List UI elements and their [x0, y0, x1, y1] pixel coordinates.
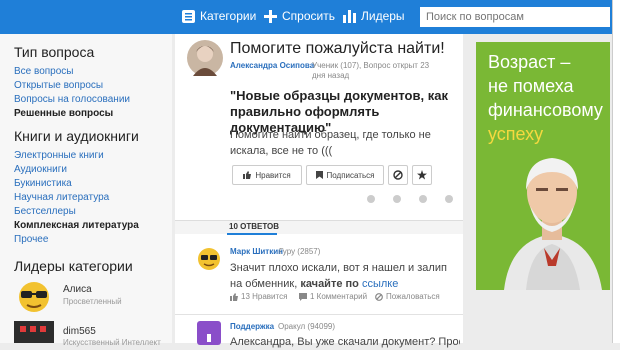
sidebar-item-other[interactable]: Прочее: [14, 234, 48, 245]
answer-complain-button[interactable]: Пожаловаться: [375, 292, 440, 301]
like-button-label: Нравится: [255, 170, 291, 180]
sidebar-item-bestsellers[interactable]: Бестселлеры: [14, 206, 76, 217]
answer-rank: Оракул (94099): [278, 322, 335, 331]
question-card: Помогите пожалуйста найти! Александра Ос…: [175, 34, 463, 348]
list-icon: [182, 9, 195, 23]
answer-text: Александра, Вы уже скачали документ? Про…: [230, 336, 460, 348]
answers-tab-indicator: [227, 233, 277, 235]
subscribe-button[interactable]: Подписаться: [306, 165, 384, 185]
answers-tab-bar: [175, 220, 463, 234]
ad-line: не помеха: [488, 76, 574, 96]
leader-name[interactable]: Алиса: [63, 284, 92, 295]
sidebar-item-science[interactable]: Научная литература: [14, 192, 109, 203]
answer-comments-count: 1 Комментарий: [310, 292, 368, 301]
author-avatar[interactable]: [187, 40, 223, 76]
question-type-heading: Тип вопроса: [14, 44, 95, 60]
answer-link[interactable]: ссылке: [362, 278, 398, 290]
sidebar-item-open-questions[interactable]: Открытые вопросы: [14, 80, 103, 91]
top-bar: Категории Спросить Лидеры: [0, 0, 620, 34]
answer-avatar[interactable]: [197, 247, 221, 271]
sidebar-item-complex-literature[interactable]: Комплексная литература: [14, 220, 139, 231]
thumbs-up-icon: [243, 171, 252, 179]
ad-man-photo: [504, 158, 602, 290]
leaders-heading: Лидеры категории: [14, 258, 133, 274]
answers-count-tab[interactable]: 10 ОТВЕТОВ: [229, 222, 279, 231]
thumbs-up-icon: [230, 292, 238, 301]
answer-author[interactable]: Поддержка: [230, 322, 274, 331]
share-mail-icon[interactable]: [367, 195, 375, 203]
leader-avatar-alisa[interactable]: [14, 278, 54, 314]
search-input[interactable]: [420, 7, 610, 27]
share-ok-icon[interactable]: [393, 195, 401, 203]
answer-like-count: 13 Нравится: [241, 292, 288, 301]
answer-like-button[interactable]: 13 Нравится: [230, 292, 287, 301]
nav-ask-label: Спросить: [282, 9, 335, 23]
sidebar-item-antiquarian[interactable]: Букинистика: [14, 178, 72, 189]
block-button[interactable]: [388, 165, 408, 185]
sidebar-item-ebooks[interactable]: Электронные книги: [14, 150, 104, 161]
share-fb-icon[interactable]: [445, 195, 453, 203]
books-heading: Книги и аудиокниги: [14, 128, 139, 144]
ad-line: Возраст –: [488, 52, 571, 72]
bookmark-icon: [315, 171, 323, 179]
answer-rank: Гуру (2857): [279, 247, 321, 256]
answer-comments-button[interactable]: 1 Комментарий: [299, 292, 367, 301]
nav-categories[interactable]: Категории: [182, 9, 256, 23]
nav-leaders[interactable]: Лидеры: [343, 9, 405, 23]
nav-ask[interactable]: Спросить: [264, 9, 335, 23]
comment-icon: [299, 292, 307, 301]
question-meta: Ученик (107), Вопрос открыт 23 дня назад: [312, 61, 430, 80]
like-button[interactable]: Нравится: [232, 165, 302, 185]
answer-text: Значит плохо искали, вот я нашел и залип…: [230, 260, 450, 292]
answer-text-bold: качайте по: [300, 278, 362, 290]
sidebar-item-solved-questions[interactable]: Решенные вопросы: [14, 108, 113, 119]
scrollbar[interactable]: [612, 0, 620, 343]
share-vk-icon[interactable]: [419, 195, 427, 203]
question-author[interactable]: Александра Осипова: [230, 61, 314, 70]
sidebar-item-all-questions[interactable]: Все вопросы: [14, 66, 74, 77]
advertisement-banner[interactable]: Возраст – не помеха финансовому успеху: [476, 42, 610, 290]
star-icon: [417, 170, 427, 180]
question-title: Помогите пожалуйста найти!: [230, 40, 445, 57]
ad-text: Возраст – не помеха финансовому успеху: [488, 50, 603, 146]
nav-leaders-label: Лидеры: [361, 9, 405, 23]
leader-rank: Просветленный: [63, 297, 122, 306]
subscribe-button-label: Подписаться: [326, 170, 375, 180]
leader-name[interactable]: dim565: [63, 326, 96, 337]
ad-line: финансовому: [488, 100, 603, 120]
leader-avatar-dim565[interactable]: [14, 321, 54, 343]
complain-icon: [375, 292, 383, 301]
block-icon: [393, 170, 403, 180]
answer-avatar[interactable]: [197, 321, 221, 345]
answer-complain-label: Пожаловаться: [386, 292, 440, 301]
favorite-button[interactable]: [412, 165, 432, 185]
sidebar: Тип вопроса Все вопросы Открытые вопросы…: [0, 34, 172, 347]
sidebar-item-voting-questions[interactable]: Вопросы на голосовании: [14, 94, 130, 105]
nav-categories-label: Категории: [200, 9, 257, 23]
plus-icon: [264, 9, 277, 23]
answer-author[interactable]: Марк Шиткин: [230, 247, 283, 256]
sidebar-item-audiobooks[interactable]: Аудиокниги: [14, 164, 67, 175]
question-body: Помогите найти образец, где только не ис…: [230, 129, 431, 157]
answer-divider: [175, 314, 463, 315]
bar-chart-icon: [343, 9, 356, 23]
ad-accent-line: успеху: [488, 124, 544, 144]
